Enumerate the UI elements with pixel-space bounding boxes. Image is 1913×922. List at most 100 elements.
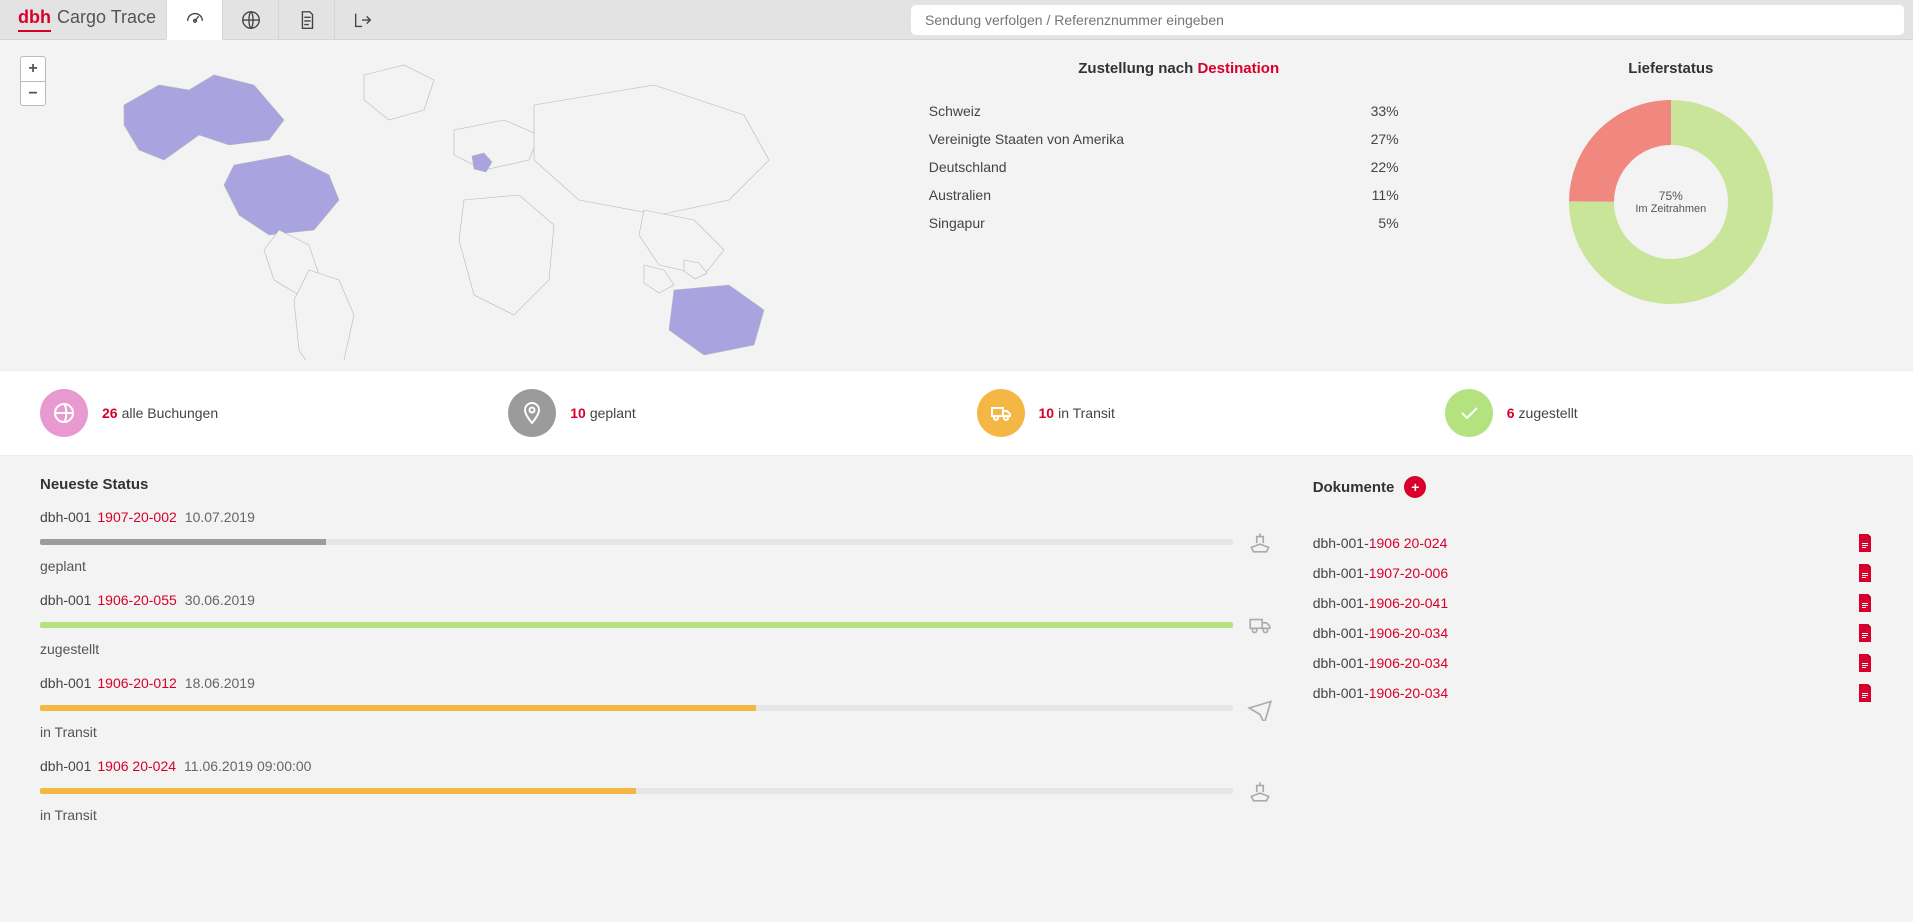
pdf-icon bbox=[1857, 624, 1873, 642]
header: dbh Cargo Trace bbox=[0, 0, 1913, 40]
pdf-icon bbox=[1857, 654, 1873, 672]
document-row[interactable]: dbh-001-1906 20-024 bbox=[1313, 528, 1873, 558]
status-prefix: dbh-001 bbox=[40, 592, 91, 608]
stat-planned[interactable]: 10geplant bbox=[508, 389, 936, 437]
destination-row[interactable]: Australien 11% bbox=[929, 181, 1429, 209]
plane-icon bbox=[1247, 695, 1273, 721]
status-prefix: dbh-001 bbox=[40, 758, 91, 774]
status-prefix: dbh-001 bbox=[40, 509, 91, 525]
world-map[interactable]: + − bbox=[20, 50, 909, 370]
stat-num: 10 bbox=[570, 405, 586, 421]
status-ref: 1907-20-002 bbox=[97, 509, 176, 525]
destination-title-a: Zustellung nach bbox=[1078, 60, 1197, 77]
status-head: dbh-001 1907-20-002 10.07.2019 bbox=[40, 509, 1273, 525]
destination-pct: 5% bbox=[1378, 215, 1398, 231]
destination-row[interactable]: Singapur 5% bbox=[929, 209, 1429, 237]
stats-row: 26alle Buchungen 10geplant 10in Transit … bbox=[0, 370, 1913, 456]
stat-label: geplant bbox=[590, 405, 636, 421]
destination-row[interactable]: Vereinigte Staaten von Amerika27% bbox=[929, 125, 1429, 153]
destination-title-b: Destination bbox=[1197, 60, 1279, 77]
search-input[interactable] bbox=[923, 11, 1892, 29]
stat-in-transit[interactable]: 10in Transit bbox=[977, 389, 1405, 437]
donut-pct: 75% bbox=[1566, 189, 1776, 203]
logo: dbh Cargo Trace bbox=[8, 7, 166, 32]
destination-row[interactable]: Deutschland22% bbox=[929, 153, 1429, 181]
status-bar-row bbox=[40, 778, 1273, 804]
document-row[interactable]: dbh-001-1906-20-034 bbox=[1313, 678, 1873, 708]
globe-icon bbox=[240, 9, 262, 31]
document-icon bbox=[296, 9, 318, 31]
nav-dashboard-button[interactable] bbox=[166, 0, 222, 40]
pdf-icon bbox=[1857, 534, 1873, 552]
status-bar-row bbox=[40, 695, 1273, 721]
stat-all-bookings[interactable]: 26alle Buchungen bbox=[40, 389, 468, 437]
status-ref: 1906-20-055 bbox=[97, 592, 176, 608]
destination-name: Singapur bbox=[929, 215, 985, 231]
destination-name: Schweiz bbox=[929, 103, 981, 119]
status-date: 30.06.2019 bbox=[185, 592, 255, 608]
world-map-svg bbox=[84, 50, 844, 360]
zoom-in-button[interactable]: + bbox=[21, 57, 45, 81]
progress-bar bbox=[40, 788, 1233, 794]
status-ref: 1906-20-012 bbox=[97, 675, 176, 691]
stat-label: in Transit bbox=[1058, 405, 1115, 421]
pdf-icon bbox=[1857, 684, 1873, 702]
status-sub: in Transit bbox=[40, 807, 1273, 823]
status-date: 18.06.2019 bbox=[185, 675, 255, 691]
document-name: dbh-001-1906-20-034 bbox=[1313, 655, 1448, 671]
donut-sub: Im Zeitrahmen bbox=[1635, 203, 1706, 215]
nav-document-button[interactable] bbox=[278, 0, 334, 40]
stat-label: zugestellt bbox=[1519, 405, 1578, 421]
document-row[interactable]: dbh-001-1906-20-041 bbox=[1313, 588, 1873, 618]
destination-name: Vereinigte Staaten von Amerika bbox=[929, 131, 1124, 147]
progress-bar bbox=[40, 622, 1233, 628]
status-column: Neueste Status dbh-001 1907-20-002 10.07.… bbox=[40, 476, 1273, 841]
status-head: dbh-0011906 20-024 11.06.2019 09:00:00 bbox=[40, 758, 1273, 774]
destination-pct: 11% bbox=[1372, 187, 1399, 203]
status-item[interactable]: dbh-0011906 20-024 11.06.2019 09:00:00 i… bbox=[40, 758, 1273, 823]
truck-icon bbox=[977, 389, 1025, 437]
status-sub: geplant bbox=[40, 558, 1273, 574]
status-item[interactable]: dbh-001 1906-20-012 18.06.2019 in Transit bbox=[40, 675, 1273, 740]
status-prefix: dbh-001 bbox=[40, 675, 91, 691]
top-panel: + − bbox=[0, 40, 1913, 370]
status-sub: in Transit bbox=[40, 724, 1273, 740]
document-name: dbh-001-1906-20-034 bbox=[1313, 625, 1448, 641]
search-box[interactable] bbox=[910, 4, 1905, 36]
status-section-title: Neueste Status bbox=[40, 476, 1273, 493]
status-item[interactable]: dbh-001 1907-20-002 10.07.2019 geplant bbox=[40, 509, 1273, 574]
pdf-icon bbox=[1857, 594, 1873, 612]
donut-center: 75% Im Zeitrahmen bbox=[1566, 189, 1776, 215]
document-row[interactable]: dbh-001-1907-20-006 bbox=[1313, 558, 1873, 588]
export-icon bbox=[352, 9, 374, 31]
status-item[interactable]: dbh-001 1906-20-055 30.06.2019 zugestellt bbox=[40, 592, 1273, 657]
document-row[interactable]: dbh-001-1906-20-034 bbox=[1313, 648, 1873, 678]
status-sub: zugestellt bbox=[40, 641, 1273, 657]
destination-name: Australien bbox=[929, 187, 991, 203]
nav-export-button[interactable] bbox=[334, 0, 390, 40]
progress-bar bbox=[40, 539, 1233, 545]
destination-pct: 33% bbox=[1371, 103, 1399, 119]
status-date: 11.06.2019 09:00:00 bbox=[184, 758, 311, 774]
stat-delivered[interactable]: 6zugestellt bbox=[1445, 389, 1873, 437]
stat-label: alle Buchungen bbox=[122, 405, 219, 421]
destination-row[interactable]: Schweiz 33% bbox=[929, 97, 1429, 125]
nav-globe-button[interactable] bbox=[222, 0, 278, 40]
document-name: dbh-001-1906-20-034 bbox=[1313, 685, 1448, 701]
add-document-button[interactable]: + bbox=[1404, 476, 1426, 498]
status-date: 10.07.2019 bbox=[185, 509, 255, 525]
document-row[interactable]: dbh-001-1906-20-034 bbox=[1313, 618, 1873, 648]
delivery-status-panel: Lieferstatus 75% Im Zeitrahmen bbox=[1449, 50, 1893, 370]
stat-num: 10 bbox=[1039, 405, 1055, 421]
zoom-out-button[interactable]: − bbox=[21, 81, 45, 105]
stat-num: 6 bbox=[1507, 405, 1515, 421]
status-head: dbh-001 1906-20-055 30.06.2019 bbox=[40, 592, 1273, 608]
document-name: dbh-001-1907-20-006 bbox=[1313, 565, 1448, 581]
pdf-icon bbox=[1857, 564, 1873, 582]
destination-pct: 22% bbox=[1371, 159, 1399, 175]
ship-icon bbox=[1247, 529, 1273, 555]
logo-text: dbh bbox=[18, 7, 51, 32]
progress-bar bbox=[40, 705, 1233, 711]
bottom-panel: Neueste Status dbh-001 1907-20-002 10.07.… bbox=[0, 456, 1913, 861]
globe-icon bbox=[40, 389, 88, 437]
